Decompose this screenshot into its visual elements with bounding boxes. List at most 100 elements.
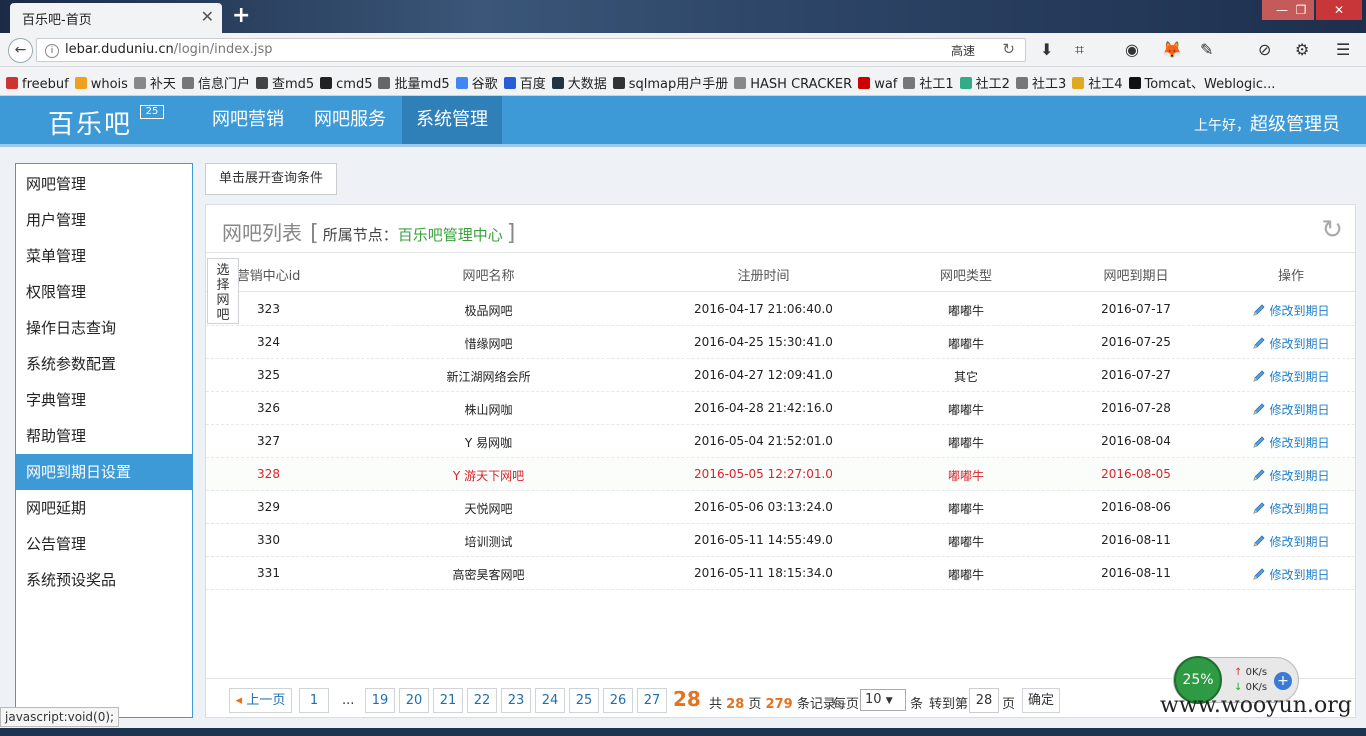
- menu-icon[interactable]: ☰: [1336, 40, 1350, 59]
- browser-tab[interactable]: 百乐吧-首页 ✕: [10, 3, 222, 33]
- sidebar-item[interactable]: 系统预设奖品: [16, 562, 192, 598]
- select-netbar-tab[interactable]: 选 择 网 吧: [207, 258, 239, 324]
- greeting-user[interactable]: 超级管理员: [1250, 114, 1340, 135]
- cell-type: 其它: [953, 370, 978, 384]
- sidebar-item[interactable]: 系统参数配置: [16, 346, 192, 382]
- table-row[interactable]: 327 Y 易网咖 2016-05-04 21:52:01.0 嘟嘟牛 2016-08-…: [206, 425, 1355, 458]
- sidebar-item[interactable]: 用户管理: [16, 202, 192, 238]
- bookmark-item[interactable]: 社工1: [903, 67, 954, 92]
- plus-icon[interactable]: +: [1274, 672, 1292, 690]
- tab-close-icon[interactable]: ✕: [201, 7, 214, 26]
- sidebar-item[interactable]: 字典管理: [16, 382, 192, 418]
- page-button[interactable]: 22: [467, 688, 497, 713]
- page-button[interactable]: 25: [569, 688, 599, 713]
- bookmark-item[interactable]: cmd5: [320, 71, 372, 92]
- block-icon[interactable]: ⊘: [1258, 40, 1271, 59]
- prev-page-button[interactable]: ◂ 上一页: [229, 688, 292, 713]
- bookmark-item[interactable]: waf: [858, 71, 897, 92]
- edit-expire-link[interactable]: 修改到期日: [1231, 467, 1351, 484]
- column-header-reg-time[interactable]: 注册时间: [676, 265, 851, 284]
- bookmark-item[interactable]: 查md5: [255, 67, 314, 92]
- nav-item-marketing[interactable]: 网吧营销: [198, 96, 298, 144]
- bookmark-item[interactable]: 信息门户: [181, 67, 250, 92]
- column-header-expire[interactable]: 网吧到期日: [1076, 265, 1196, 284]
- column-header-type[interactable]: 网吧类型: [906, 265, 1026, 284]
- page-button[interactable]: 27: [637, 688, 667, 713]
- bookmark-item[interactable]: 社工2: [959, 67, 1010, 92]
- sidebar-item[interactable]: 帮助管理: [16, 418, 192, 454]
- maximize-button[interactable]: ❐: [1288, 0, 1314, 20]
- nav-item-service[interactable]: 网吧服务: [300, 96, 400, 144]
- page-button[interactable]: 23: [501, 688, 531, 713]
- table-row[interactable]: 331 高密昊客网吧 2016-05-11 18:15:34.0 嘟嘟牛 2016-08…: [206, 557, 1355, 590]
- table-row[interactable]: 330 培训测试 2016-05-11 14:55:49.0 嘟嘟牛 2016-08-1…: [206, 524, 1355, 557]
- select-tab-char: 择: [216, 278, 230, 293]
- edit-expire-link[interactable]: 修改到期日: [1231, 368, 1351, 385]
- sidebar-item[interactable]: 网吧管理: [16, 166, 192, 202]
- bookmark-item[interactable]: sqlmap用户手册: [612, 67, 728, 92]
- page-button[interactable]: 24: [535, 688, 565, 713]
- page-summary: 共 28 页 279 条记录: [709, 693, 836, 712]
- bookmark-label: 社工2: [975, 77, 1010, 92]
- edit-expire-link[interactable]: 修改到期日: [1231, 401, 1351, 418]
- sidebar-item[interactable]: 网吧延期: [16, 490, 192, 526]
- new-tab-button[interactable]: +: [232, 3, 250, 28]
- bookmark-item[interactable]: 批量md5: [378, 67, 450, 92]
- bookmark-item[interactable]: 社工4: [1072, 67, 1123, 92]
- fox-icon[interactable]: 🦊: [1162, 40, 1182, 59]
- edit-expire-link[interactable]: 修改到期日: [1231, 434, 1351, 451]
- total-pages: 28: [726, 697, 745, 712]
- edit-expire-link[interactable]: 修改到期日: [1231, 533, 1351, 550]
- table-row[interactable]: 326 株山网咖 2016-04-28 21:42:16.0 嘟嘟牛 2016-07-2…: [206, 392, 1355, 425]
- download-icon[interactable]: ⬇: [1040, 40, 1053, 59]
- bookmark-item[interactable]: freebuf: [6, 71, 69, 92]
- sidebar-item[interactable]: 网吧到期日设置: [16, 454, 192, 490]
- table-row[interactable]: 323 极品网吧 2016-04-17 21:06:40.0 嘟嘟牛 2016-07-1…: [206, 293, 1355, 326]
- page-button[interactable]: 19: [365, 688, 395, 713]
- sidebar-item[interactable]: 权限管理: [16, 274, 192, 310]
- confirm-button[interactable]: 确定: [1022, 688, 1060, 713]
- bookmark-item[interactable]: 补天: [133, 67, 176, 92]
- app-logo[interactable]: 百乐吧: [48, 104, 132, 141]
- sidebar-item[interactable]: 菜单管理: [16, 238, 192, 274]
- extension-icon[interactable]: ◉: [1125, 40, 1139, 59]
- speed-mode-label[interactable]: 高速: [951, 42, 975, 59]
- sidebar-item[interactable]: 操作日志查询: [16, 310, 192, 346]
- page-button-first[interactable]: 1: [299, 688, 329, 713]
- bookmark-item[interactable]: whois: [74, 71, 128, 92]
- bookmark-item[interactable]: 谷歌: [455, 67, 498, 92]
- edit-expire-link[interactable]: 修改到期日: [1231, 500, 1351, 517]
- per-page-select[interactable]: 10 ▼: [860, 689, 906, 711]
- page-button[interactable]: 26: [603, 688, 633, 713]
- window-close-button[interactable]: ✕: [1316, 0, 1362, 20]
- reload-icon[interactable]: ↻: [1002, 40, 1015, 58]
- bookmark-item[interactable]: HASH CRACKER: [734, 71, 852, 92]
- expand-query-button[interactable]: 单击展开查询条件: [205, 163, 337, 195]
- edit-expire-link[interactable]: 修改到期日: [1231, 335, 1351, 352]
- page-button[interactable]: 21: [433, 688, 463, 713]
- sidebar-item[interactable]: 公告管理: [16, 526, 192, 562]
- tools-icon[interactable]: ✎: [1200, 40, 1213, 59]
- bookmark-item[interactable]: Tomcat、Weblogic...: [1128, 67, 1275, 92]
- current-page: 28: [673, 687, 701, 711]
- crop-icon[interactable]: ⌗: [1075, 40, 1084, 60]
- refresh-icon[interactable]: ↻: [1321, 215, 1343, 245]
- bookmark-item[interactable]: 大数据: [551, 67, 607, 92]
- page-button[interactable]: 20: [399, 688, 429, 713]
- edit-expire-link[interactable]: 修改到期日: [1231, 566, 1351, 583]
- goto-page-input[interactable]: 28: [969, 688, 999, 713]
- back-button[interactable]: ←: [8, 38, 33, 63]
- table-row[interactable]: 325 新江湖网络会所 2016-04-27 12:09:41.0 其它 2016-07…: [206, 359, 1355, 392]
- table-row[interactable]: 329 天悦网吧 2016-05-06 03:13:24.0 嘟嘟牛 2016-08-0…: [206, 491, 1355, 524]
- info-icon[interactable]: i: [45, 44, 59, 58]
- column-header-name[interactable]: 网吧名称: [406, 265, 571, 284]
- bookmark-item[interactable]: 百度: [503, 67, 546, 92]
- table-row[interactable]: 324 惜缘网吧 2016-04-25 15:30:41.0 嘟嘟牛 2016-07-2…: [206, 326, 1355, 359]
- table-row[interactable]: 328 Y 游天下网吧 2016-05-05 12:27:01.0 嘟嘟牛 2016-0…: [206, 458, 1355, 491]
- node-value[interactable]: 百乐吧管理中心: [398, 226, 503, 244]
- bookmark-item[interactable]: 社工3: [1015, 67, 1066, 92]
- url-input[interactable]: i lebar.duduniu.cn/login/index.jsp 高速 ↻: [36, 38, 1026, 62]
- nav-item-system[interactable]: 系统管理: [402, 96, 502, 144]
- edit-expire-link[interactable]: 修改到期日: [1231, 302, 1351, 319]
- gear-icon[interactable]: ⚙: [1295, 40, 1309, 59]
